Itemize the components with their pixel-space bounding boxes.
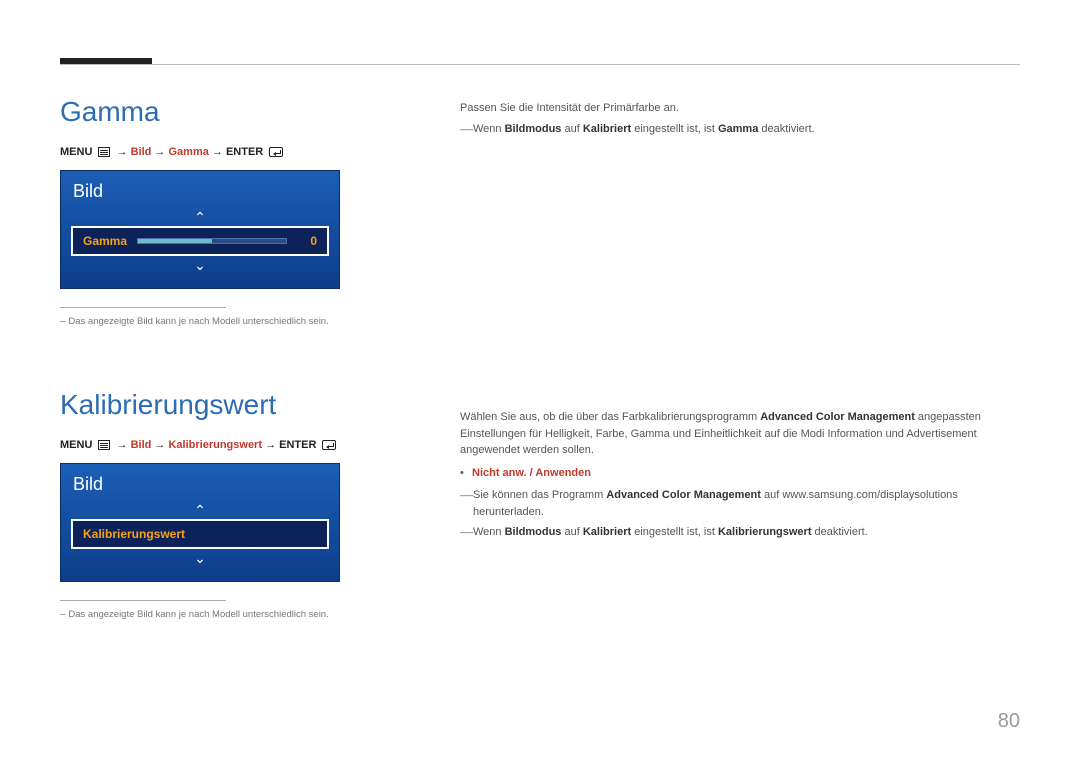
osd-row-value: 0 — [287, 234, 317, 248]
slider-fill — [138, 239, 212, 243]
nav-enter-label: ENTER — [226, 146, 263, 158]
chevron-up-icon[interactable]: ⌃ — [61, 501, 339, 519]
slider-track[interactable] — [137, 238, 287, 244]
nav-path-gamma: MENU → Bild → Gamma → ENTER — [60, 146, 450, 158]
divider — [60, 600, 226, 601]
osd-panel-title: Bild — [61, 464, 339, 501]
menu-icon — [98, 146, 110, 158]
gamma-description: Passen Sie die Intensität der Primärfarb… — [460, 100, 1020, 137]
gamma-desc-note: ― Wenn Bildmodus auf Kalibriert eingeste… — [460, 121, 1020, 138]
section-title-kalib: Kalibrierungswert — [60, 389, 450, 421]
nav-item-gamma: Gamma — [168, 146, 208, 158]
divider — [60, 307, 226, 308]
section-kalib: Kalibrierungswert MENU → Bild → Kalibrie… — [60, 389, 450, 620]
section-title-gamma: Gamma — [60, 96, 450, 128]
kalib-note1: ― Sie können das Programm Advanced Color… — [460, 487, 1020, 520]
nav-menu-label: MENU — [60, 146, 92, 158]
kalib-desc-line1: Wählen Sie aus, ob die über das Farbkali… — [460, 409, 1020, 459]
footnote-kalib: ― Das angezeigte Bild kann je nach Model… — [60, 609, 450, 620]
chevron-down-icon[interactable]: ⌄ — [61, 549, 339, 567]
chevron-down-icon[interactable]: ⌄ — [61, 256, 339, 274]
kalib-note2: ― Wenn Bildmodus auf Kalibriert eingeste… — [460, 524, 1020, 541]
nav-menu-label: MENU — [60, 439, 92, 451]
osd-panel-title: Bild — [61, 171, 339, 208]
menu-icon — [98, 439, 110, 451]
osd-row-label: Kalibrierungswert — [83, 527, 185, 541]
kalib-description: Wählen Sie aus, ob die über das Farbkali… — [460, 409, 1020, 541]
osd-row-gamma[interactable]: Gamma 0 — [71, 226, 329, 256]
nav-item-bild: Bild — [131, 146, 152, 158]
nav-enter-label: ENTER — [279, 439, 316, 451]
osd-panel-kalib: Bild ⌃ Kalibrierungswert ⌄ — [60, 463, 340, 582]
enter-icon — [269, 146, 283, 158]
chevron-up-icon[interactable]: ⌃ — [61, 208, 339, 226]
page-number: 80 — [998, 710, 1020, 733]
section-gamma: Gamma MENU → Bild → Gamma → ENTER Bild ⌃ — [60, 96, 450, 327]
gamma-desc-main: Passen Sie die Intensität der Primärfarb… — [460, 100, 1020, 117]
footnote-gamma: ― Das angezeigte Bild kann je nach Model… — [60, 316, 450, 327]
gamma-slider[interactable]: Gamma — [83, 234, 287, 248]
osd-panel-gamma: Bild ⌃ Gamma 0 ⌄ — [60, 170, 340, 289]
enter-icon — [322, 439, 336, 451]
nav-path-kalib: MENU → Bild → Kalibrierungswert → ENTER — [60, 439, 450, 451]
osd-row-label: Gamma — [83, 234, 127, 248]
kalib-options: Nicht anw. / Anwenden — [460, 465, 1020, 482]
osd-row-kalib[interactable]: Kalibrierungswert — [71, 519, 329, 549]
nav-item-bild: Bild — [131, 439, 152, 451]
nav-item-kalib: Kalibrierungswert — [168, 439, 262, 451]
